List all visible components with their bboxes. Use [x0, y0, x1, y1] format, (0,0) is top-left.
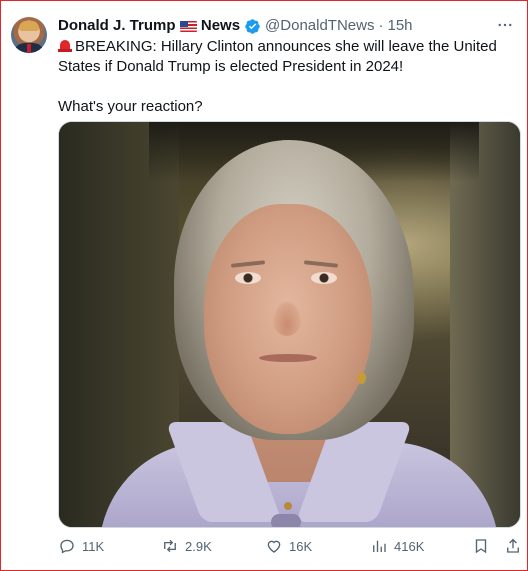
views-count: 416K [394, 538, 425, 554]
views-button[interactable]: 416K [370, 537, 424, 555]
tweet-text-line2: What's your reaction? [58, 98, 203, 115]
image-earring [357, 372, 366, 384]
separator-dot: · [378, 17, 384, 34]
breaking-text: BREAKING: Hillary Clinton announces she … [58, 38, 497, 75]
verified-badge-icon[interactable] [244, 18, 261, 35]
reply-icon [60, 539, 74, 554]
bookmark-icon [475, 539, 487, 554]
like-count: 16K [289, 538, 313, 554]
tweet-card: Donald J. Trump News @DonaldTNews · 15h … [0, 0, 528, 571]
more-icon[interactable] [493, 13, 517, 37]
tweet-text-line1: BREAKING: Hillary Clinton announces she … [58, 37, 520, 77]
avatar[interactable] [11, 17, 47, 53]
image-background-right [450, 122, 520, 527]
bookmark-button[interactable] [472, 537, 490, 555]
reply-button[interactable]: 11K [58, 537, 104, 555]
heart-icon [267, 540, 281, 553]
tweet-text: BREAKING: Hillary Clinton announces she … [58, 37, 520, 117]
siren-emoji [58, 38, 72, 52]
like-button[interactable]: 16K [265, 537, 312, 555]
tweet-header: Donald J. Trump News @DonaldTNews · 15h [58, 16, 413, 36]
share-button[interactable] [504, 537, 522, 555]
image-eye-right [311, 272, 337, 284]
share-icon [507, 538, 519, 553]
views-icon [373, 540, 386, 552]
author-name-text[interactable]: Donald J. Trump [58, 17, 176, 34]
tweet-image[interactable] [58, 121, 521, 528]
avatar-tie [27, 44, 31, 53]
us-flag-emoji [179, 20, 197, 32]
tweet-actions: 11K 2.9K 16K 416K [58, 536, 524, 556]
image-pendant [284, 502, 292, 510]
tweet-timestamp[interactable]: 15h [387, 16, 412, 36]
author-name[interactable]: Donald J. Trump News [58, 16, 240, 36]
repost-count: 2.9K [185, 538, 212, 554]
repost-button[interactable]: 2.9K [161, 537, 212, 555]
image-nose [272, 300, 302, 336]
author-name-suffix[interactable]: News [201, 17, 240, 34]
avatar-hair [19, 21, 39, 31]
image-mouth [259, 354, 317, 362]
image-eye-left [235, 272, 261, 284]
image-shirt-button [271, 514, 301, 527]
reply-count: 11K [82, 538, 105, 554]
author-handle[interactable]: @DonaldTNews [265, 16, 374, 36]
repost-icon [164, 539, 176, 553]
